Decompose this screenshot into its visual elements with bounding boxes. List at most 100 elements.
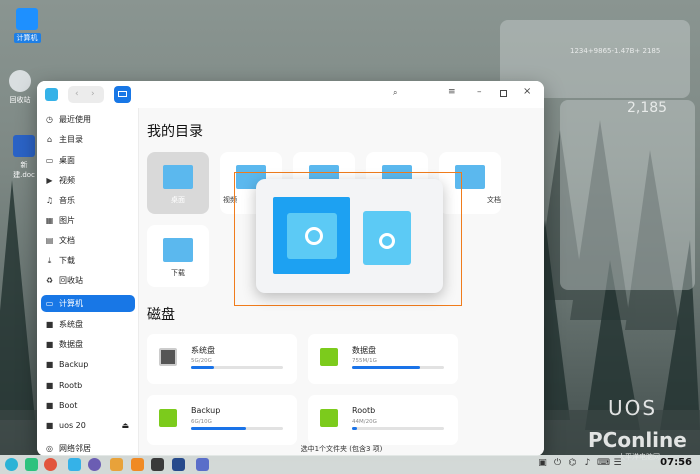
- disk-icon: ■: [45, 381, 54, 390]
- sidebar-item[interactable]: ■ uos 20 ⏏: [41, 417, 135, 434]
- app-icon[interactable]: [88, 458, 101, 471]
- sidebar-item[interactable]: ♻ 回收站: [41, 272, 135, 289]
- app-logo-icon: [45, 88, 58, 101]
- disk-usage-fill: [352, 366, 421, 369]
- disk-card-data[interactable]: 数据盘 755M/1G: [308, 334, 458, 384]
- disk-icon: ■: [45, 360, 54, 369]
- multitask-icon[interactable]: [25, 458, 38, 471]
- sidebar-item[interactable]: ▶ 视频: [41, 172, 135, 189]
- sidebar-item-label: 系统盘: [59, 320, 83, 329]
- trash-icon: ♻: [45, 276, 54, 285]
- sidebar-item[interactable]: ▤ 文档: [41, 232, 135, 249]
- store-icon[interactable]: [131, 458, 144, 471]
- browser-icon[interactable]: [44, 458, 57, 471]
- hard-disk-icon: [159, 348, 177, 366]
- file-manager-icon[interactable]: [68, 458, 81, 471]
- volume-icon[interactable]: ♪: [582, 458, 593, 469]
- titlebar: ‹ › ⌕ ≡ – ×: [37, 81, 544, 108]
- music-icon: ♫: [45, 196, 54, 205]
- sidebar-item[interactable]: ▭ 桌面: [41, 152, 135, 169]
- document-icon: ▤: [45, 236, 54, 245]
- disk-usage-bar: [191, 366, 283, 369]
- sidebar-item-label: uos 20: [59, 421, 86, 430]
- network-icon[interactable]: ⌬: [567, 458, 578, 469]
- sidebar-item-label: 主目录: [59, 135, 83, 144]
- desktop-icon: ▭: [45, 156, 54, 165]
- disk-icon: [320, 348, 338, 366]
- disk-name: 系统盘: [191, 346, 215, 355]
- desktop-icon-label: 新建.doc: [13, 161, 35, 179]
- sidebar-item[interactable]: ▭ 计算机: [41, 295, 135, 312]
- sidebar-item-label: 最近使用: [59, 115, 91, 124]
- sidebar-item[interactable]: ■ Boot: [41, 397, 135, 414]
- close-icon[interactable]: ×: [523, 86, 531, 97]
- disk-name: Rootb: [352, 406, 376, 415]
- launcher-icon[interactable]: [5, 458, 18, 471]
- disk-icon: ■: [45, 421, 54, 430]
- disk-size: 755M/1G: [352, 358, 377, 364]
- disk-card-system[interactable]: 系统盘 5G/20G: [147, 334, 297, 384]
- uos-watermark: UOS: [608, 396, 658, 420]
- music-app-icon[interactable]: [110, 458, 123, 471]
- sidebar-item[interactable]: ⌂ 主目录: [41, 131, 135, 148]
- eject-icon[interactable]: ⏏: [121, 417, 129, 434]
- trash-icon: [9, 70, 31, 92]
- disk-name: Backup: [191, 406, 221, 415]
- sidebar-item-label: 下载: [59, 256, 75, 265]
- disk-size: 5G/20G: [191, 358, 212, 364]
- sidebar-item-label: 文档: [59, 236, 75, 245]
- power-icon[interactable]: ⏻: [552, 458, 563, 469]
- folder-tile-downloads[interactable]: 下载: [147, 225, 209, 287]
- sidebar-item[interactable]: ♫ 音乐: [41, 192, 135, 209]
- disk-card-rootb[interactable]: Rootb 44M/20G: [308, 395, 458, 445]
- clock[interactable]: 07:56: [660, 457, 692, 468]
- minimize-icon[interactable]: –: [477, 87, 482, 97]
- music-disc-icon: [379, 233, 395, 249]
- network-icon: ◎: [46, 444, 53, 453]
- settings-icon[interactable]: [196, 458, 209, 471]
- back-arrow-icon: ‹: [75, 89, 79, 99]
- pconline-watermark: PConline: [588, 428, 687, 452]
- sidebar-item[interactable]: ■ 数据盘: [41, 336, 135, 353]
- download-icon: ⤓: [47, 256, 52, 265]
- sidebar-item[interactable]: ▦ 图片: [41, 212, 135, 229]
- notification-icon[interactable]: ☰: [612, 458, 623, 469]
- maximize-icon[interactable]: [500, 90, 507, 97]
- menu-icon[interactable]: ≡: [448, 87, 456, 97]
- sidebar-item-label: 计算机: [59, 299, 83, 308]
- sidebar-item[interactable]: ◎ 网络邻居: [41, 440, 135, 456]
- desktop-icon-computer[interactable]: 计算机: [7, 8, 47, 43]
- screen-icon[interactable]: ▣: [537, 458, 548, 469]
- computer-icon: [118, 91, 127, 97]
- search-icon[interactable]: ⌕: [393, 88, 397, 98]
- sidebar-item[interactable]: ■ Backup: [41, 356, 135, 373]
- disk-usage-bar: [352, 366, 444, 369]
- computer-icon: [16, 8, 38, 30]
- folder-tile-desktop[interactable]: 桌面: [147, 152, 209, 214]
- sidebar-item-label: 网络邻居: [59, 444, 91, 453]
- back-button[interactable]: ‹ ›: [68, 86, 104, 103]
- sidebar-item-label: 图片: [59, 216, 75, 225]
- sidebar-item-label: 桌面: [59, 156, 75, 165]
- disk-icon: ■: [45, 340, 54, 349]
- calculator-result: 2,185: [627, 100, 668, 116]
- calculator-keypad: [560, 100, 695, 290]
- forward-arrow-icon[interactable]: ›: [91, 86, 95, 103]
- sidebar-item[interactable]: ■ Rootb: [41, 377, 135, 394]
- sidebar-item[interactable]: ◷ 最近使用: [41, 111, 135, 128]
- computer-location-button[interactable]: [114, 86, 131, 103]
- video-app-icon[interactable]: [151, 458, 164, 471]
- section-title-home: 我的目录: [147, 124, 203, 140]
- desktop-icon-document[interactable]: 新建.doc: [10, 135, 38, 180]
- folder-preview-popup: [256, 179, 443, 293]
- disk-card-backup[interactable]: Backup 6G/10G: [147, 395, 297, 445]
- sidebar-item[interactable]: ■ 系统盘: [41, 316, 135, 333]
- taskbar: ▣ ⏻ ⌬ ♪ ⌨ ☰ 07:56: [0, 455, 700, 474]
- folder-preview-selected: [273, 197, 350, 274]
- disk-icon: [320, 409, 338, 427]
- sidebar-item[interactable]: ⤓ 下载: [41, 252, 135, 269]
- disk-usage-fill: [352, 427, 357, 430]
- desktop-icon-trash[interactable]: 回收站: [7, 70, 33, 105]
- monitor-app-icon[interactable]: [172, 458, 185, 471]
- input-method-icon[interactable]: ⌨: [597, 458, 610, 469]
